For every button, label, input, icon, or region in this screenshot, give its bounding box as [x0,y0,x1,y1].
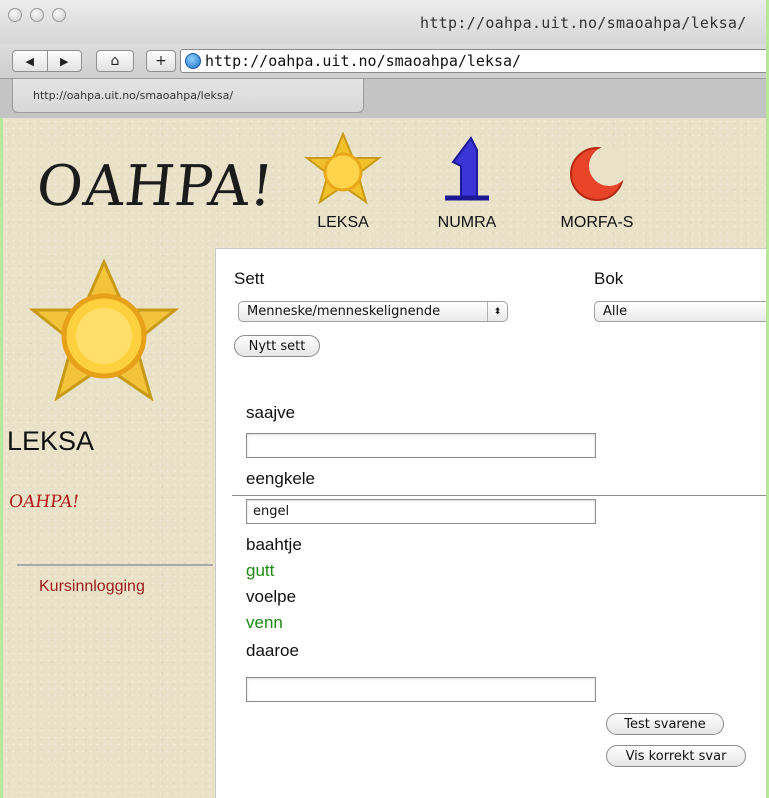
globe-icon [185,53,201,69]
exercise-panel: Sett Menneske/menneskelignende ⬍ Bok All… [215,248,766,798]
url-text: http://oahpa.uit.no/smaoahpa/leksa/ [205,52,522,70]
question-word: baahtje [246,535,302,554]
red-moon-icon [570,146,629,201]
question-word: voelpe [246,587,297,606]
forward-button[interactable]: ▶ [46,51,82,71]
nav-label-morfa-s: MORFA-S [560,214,634,231]
select-arrows-icon: ⬍ [487,302,507,321]
correct-answer: venn [246,613,283,632]
test-answers-button[interactable]: Test svarene [606,713,724,735]
sett-select-value: Menneske/menneskelignende [247,304,441,319]
back-icon: ◀ [25,54,34,68]
question-word: eengkele [246,469,316,488]
tab-active[interactable]: http://oahpa.uit.no/smaoahpa/leksa/ [12,79,364,113]
kursinnlogging-link[interactable]: Kursinnlogging [39,578,145,596]
minimize-window-button[interactable] [30,8,44,22]
sidebar-title: LEKSA [7,426,95,456]
home-button[interactable]: ⌂ [96,50,134,72]
tab-bar: http://oahpa.uit.no/smaoahpa/leksa/ [0,78,766,118]
tab-title: http://oahpa.uit.no/smaoahpa/leksa/ [33,89,234,102]
answer-input[interactable] [246,677,596,702]
home-icon: ⌂ [110,53,120,69]
nav-button-group: ◀ ▶ [12,50,82,72]
show-correct-answer-button[interactable]: Vis korrekt svar [606,745,746,767]
sun-star-icon [304,131,382,205]
back-button[interactable]: ◀ [13,51,47,71]
close-window-button[interactable] [8,8,22,22]
nav-label-numra: NUMRA [437,214,497,231]
bok-label: Bok [594,269,624,288]
plus-icon: + [155,53,167,69]
nav-morfa-s[interactable]: MORFA-S [557,132,637,232]
answer-input[interactable]: engel [246,499,596,524]
window-title: http://oahpa.uit.no/smaoahpa/leksa/ [420,14,747,32]
sett-select[interactable]: Menneske/menneskelignende ⬍ [238,301,508,322]
new-set-button[interactable]: Nytt sett [234,335,320,357]
forward-icon: ▶ [60,54,69,68]
bok-select[interactable]: Alle [594,301,766,322]
nav-label-leksa: LEKSA [317,214,369,231]
address-bar[interactable]: http://oahpa.uit.no/smaoahpa/leksa/ [180,49,766,73]
form-divider [232,495,766,496]
nav-leksa[interactable]: LEKSA [303,131,383,232]
zoom-window-button[interactable] [52,8,66,22]
leksa-sun-icon [29,258,179,402]
question-word: daaroe [246,641,299,660]
add-bookmark-button[interactable]: + [146,50,176,72]
sidebar-divider [17,564,213,566]
sett-label: Sett [234,269,265,288]
blue-number-icon [445,136,489,201]
oahpa-logo[interactable]: OAHPA! [34,154,278,219]
question-word: saajve [246,403,296,422]
bok-select-value: Alle [603,304,628,319]
sidebar-oahpa-logo[interactable]: OAHPA! [8,492,81,512]
answer-input[interactable] [246,433,596,458]
correct-answer: gutt [246,561,275,580]
title-bar: http://oahpa.uit.no/smaoahpa/leksa/ [0,0,766,44]
nav-numra[interactable]: NUMRA [427,132,507,232]
page-content: OAHPA! LEKSA NUMRA MORFA-S LEKSA OAHPA! … [0,118,766,798]
